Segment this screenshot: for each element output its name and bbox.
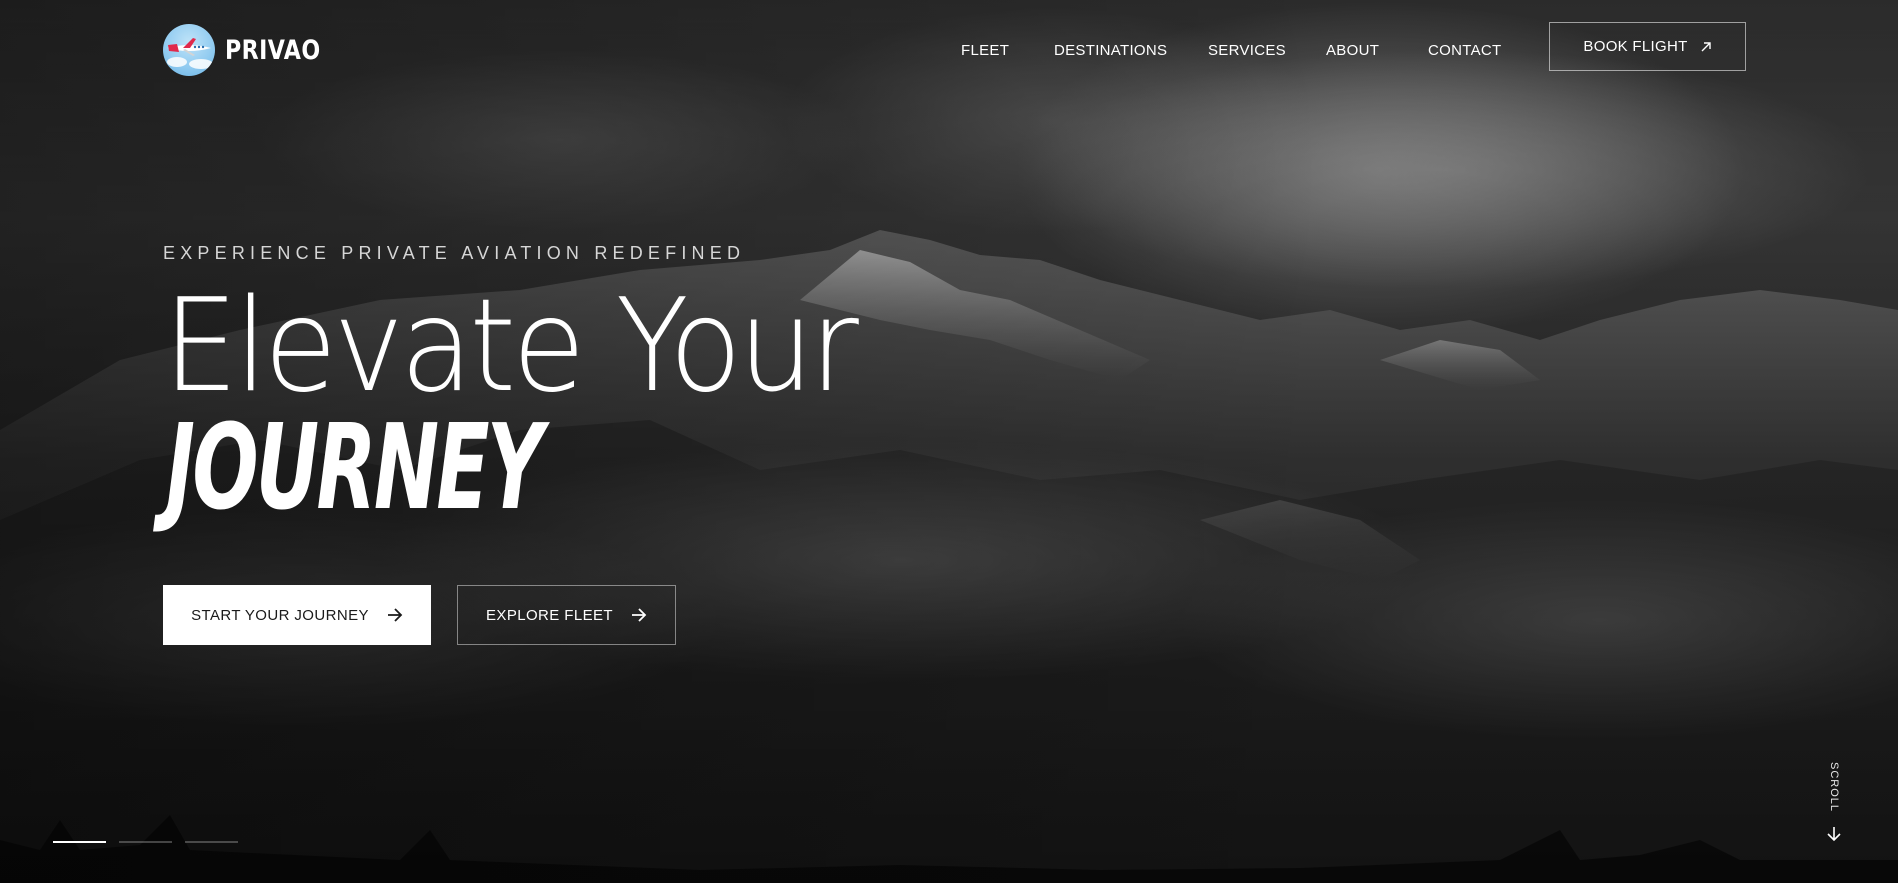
hero-section: PRIVAO FLEET DESTINATIONS SERVICES ABOUT… (0, 0, 1898, 883)
scroll-indicator[interactable]: SCROLL (1822, 762, 1846, 842)
slide-indicator-3[interactable] (185, 841, 238, 843)
explore-fleet-button[interactable]: EXPLORE FLEET (457, 585, 676, 645)
hero-eyebrow: EXPERIENCE PRIVATE AVIATION REDEFINED (163, 243, 746, 263)
nav-item-destinations[interactable]: DESTINATIONS (1054, 42, 1167, 59)
hero-title-line1: Elevate Your (163, 272, 859, 421)
nav-item-about[interactable]: ABOUT (1326, 42, 1379, 59)
book-flight-label: BOOK FLIGHT (1583, 38, 1688, 55)
nav-item-services[interactable]: SERVICES (1208, 42, 1286, 59)
slide-indicator-1[interactable] (53, 841, 106, 843)
nav-item-fleet[interactable]: FLEET (961, 42, 1009, 59)
plane-logo-icon (163, 24, 215, 76)
arrow-right-icon (387, 608, 403, 622)
arrow-right-icon (631, 608, 647, 622)
book-flight-button[interactable]: BOOK FLIGHT (1549, 22, 1746, 71)
arrow-up-right-icon (1701, 41, 1711, 51)
scroll-label: SCROLL (1828, 762, 1840, 813)
hero-title-line2: JOURNEY (166, 398, 543, 536)
start-journey-button[interactable]: START YOUR JOURNEY (163, 585, 431, 645)
slide-indicators (53, 841, 238, 843)
arrow-down-icon (1827, 827, 1841, 842)
explore-fleet-label: EXPLORE FLEET (486, 606, 613, 624)
slide-indicator-2[interactable] (119, 841, 172, 843)
brand-name: PRIVAO (225, 34, 321, 66)
brand-logo[interactable]: PRIVAO (163, 24, 342, 76)
start-journey-label: START YOUR JOURNEY (191, 606, 369, 624)
nav-item-contact[interactable]: CONTACT (1428, 42, 1501, 59)
